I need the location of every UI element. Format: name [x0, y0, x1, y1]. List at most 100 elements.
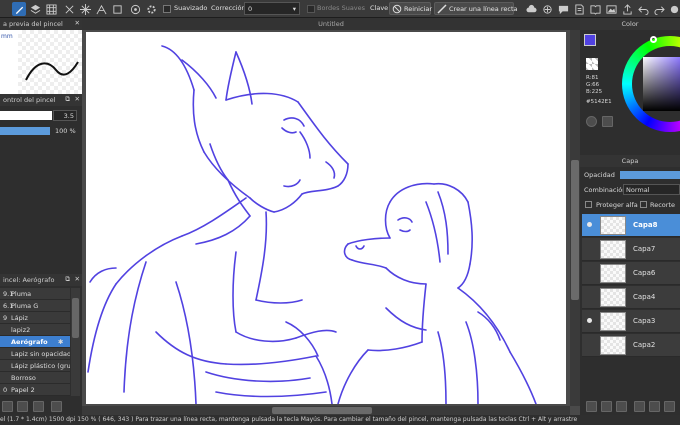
- close-icon[interactable]: ✕: [75, 19, 80, 27]
- correction-select[interactable]: 0 ▾: [244, 2, 300, 15]
- close-icon[interactable]: ✕: [75, 95, 80, 103]
- main-color-swatch[interactable]: [584, 34, 596, 46]
- new-brush-icon[interactable]: [2, 401, 13, 412]
- layer-row[interactable]: Capa2: [582, 334, 680, 357]
- layer-row[interactable]: Capa6: [582, 262, 680, 285]
- delete-layer-icon[interactable]: [649, 401, 660, 412]
- brush-label: Papel 2: [11, 386, 35, 394]
- brush-label: Pluma: [11, 290, 32, 298]
- brush-label: Lápiz: [11, 314, 28, 322]
- share-icon[interactable]: [540, 2, 554, 16]
- drawing-canvas[interactable]: [86, 32, 566, 404]
- brush-list-item[interactable]: Borroso: [0, 372, 70, 384]
- canvas-viewport[interactable]: [82, 30, 580, 415]
- merge-layer-icon[interactable]: [616, 401, 627, 412]
- gallery-icon[interactable]: [604, 2, 618, 16]
- create-line-button[interactable]: Crear una línea recta: [434, 2, 518, 15]
- new-layer-icon[interactable]: [586, 401, 597, 412]
- layer-row[interactable]: Capa3: [582, 310, 680, 333]
- hue-picker[interactable]: [650, 36, 657, 43]
- blue-value: B:225: [586, 89, 603, 95]
- folder-icon[interactable]: [51, 401, 62, 412]
- brush-label: Lápiz plástico (gru: [11, 362, 70, 370]
- redo-icon[interactable]: [652, 2, 666, 16]
- protect-alpha-label: Proteger alfa: [596, 201, 638, 209]
- brush-list-item[interactable]: 0 Papel 2: [0, 384, 70, 396]
- pen-tool-icon[interactable]: [12, 2, 26, 16]
- color-panel-title: Color: [621, 20, 639, 28]
- protect-alpha-checkbox[interactable]: [585, 201, 592, 208]
- close-icon[interactable]: ✕: [75, 275, 80, 283]
- transparent-color-swatch[interactable]: [586, 58, 598, 70]
- layers-tool-icon[interactable]: [28, 2, 42, 16]
- delete-brush-icon[interactable]: [33, 401, 44, 412]
- brush-preview-title: a previa del pincel: [3, 20, 63, 28]
- reset-button[interactable]: Reiniciar: [389, 2, 432, 15]
- undo-icon[interactable]: [636, 2, 650, 16]
- clip-label: Recorte: [650, 201, 675, 209]
- book-icon[interactable]: [588, 2, 602, 16]
- export-icon[interactable]: [620, 2, 634, 16]
- transform-icon[interactable]: [110, 2, 124, 16]
- smoothing-checkbox[interactable]: [163, 5, 171, 13]
- layer-name: Capa7: [633, 245, 656, 253]
- opacity-slider[interactable]: [0, 127, 50, 135]
- brush-size-slider[interactable]: [0, 111, 52, 120]
- layer-opacity-slider[interactable]: [620, 171, 680, 179]
- brush-number: 0: [3, 386, 8, 394]
- brush-list-item[interactable]: 9.1 Pluma: [0, 288, 70, 300]
- layer-panel-title: Capa: [621, 157, 639, 165]
- vertical-scrollbar[interactable]: [570, 30, 580, 406]
- brush-list-item[interactable]: Lapiz sin opacidad: [0, 348, 70, 360]
- visibility-dot-icon[interactable]: [587, 222, 592, 227]
- brush-list-scrollbar[interactable]: [71, 288, 80, 396]
- layer-menu-icon[interactable]: [664, 401, 675, 412]
- copy-layer-icon[interactable]: [601, 401, 612, 412]
- more-icon[interactable]: [667, 2, 680, 16]
- h-scroll-thumb[interactable]: [272, 407, 372, 414]
- clip-checkbox[interactable]: [640, 201, 647, 208]
- palette-icon[interactable]: [586, 116, 597, 127]
- expand-icon[interactable]: ⧉: [65, 95, 70, 104]
- grid-icon[interactable]: [44, 2, 58, 16]
- blend-mode-select[interactable]: Normal: [623, 184, 680, 195]
- brush-list-item[interactable]: Aerógrafo ✱: [0, 336, 70, 348]
- radial-icon[interactable]: [78, 2, 92, 16]
- brush-size-text: mm: [1, 33, 13, 40]
- target-icon[interactable]: [128, 2, 142, 16]
- brush-list-item[interactable]: lapiz2: [0, 324, 70, 336]
- layer-row[interactable]: Capa8: [582, 214, 680, 237]
- color-wheel[interactable]: [618, 32, 680, 136]
- layer-thumbnail: [600, 216, 626, 235]
- perspective-icon[interactable]: [94, 2, 108, 16]
- brush-number: 9: [3, 314, 8, 322]
- opacity-fill: [0, 127, 50, 135]
- layer-thumbnail: [600, 288, 626, 307]
- eyedropper-icon[interactable]: [602, 116, 613, 127]
- symmetry-icon[interactable]: [62, 2, 76, 16]
- brush-list-item[interactable]: 9 Lápiz: [0, 312, 70, 324]
- copy-brush-icon[interactable]: [17, 401, 28, 412]
- v-scroll-thumb[interactable]: [571, 160, 579, 300]
- gear-icon[interactable]: ✱: [58, 338, 63, 346]
- layer-thumbnail: [600, 312, 626, 331]
- document-icon[interactable]: [572, 2, 586, 16]
- soft-edges-checkbox[interactable]: [307, 5, 315, 13]
- cloud-icon[interactable]: [524, 2, 538, 16]
- scroll-thumb[interactable]: [72, 298, 79, 338]
- brush-size-value[interactable]: 3.5: [53, 110, 77, 121]
- brush-label: Aerógrafo: [11, 338, 48, 346]
- visibility-dot-icon[interactable]: [587, 318, 592, 323]
- folder-layer-icon[interactable]: [634, 401, 645, 412]
- expand-icon[interactable]: ⧉: [65, 275, 70, 284]
- settings-icon[interactable]: [144, 2, 158, 16]
- horizontal-scrollbar[interactable]: [82, 406, 570, 415]
- layer-row[interactable]: Capa7: [582, 238, 680, 261]
- canvas-tab[interactable]: Untitled: [82, 18, 580, 30]
- saturation-square[interactable]: [643, 57, 680, 111]
- chat-icon[interactable]: [556, 2, 570, 16]
- layer-row[interactable]: Capa4: [582, 286, 680, 309]
- brush-list-item[interactable]: 6.1 Pluma G: [0, 300, 70, 312]
- brush-list-item[interactable]: Lápiz plástico (gru: [0, 360, 70, 372]
- layer-actions: [582, 398, 680, 414]
